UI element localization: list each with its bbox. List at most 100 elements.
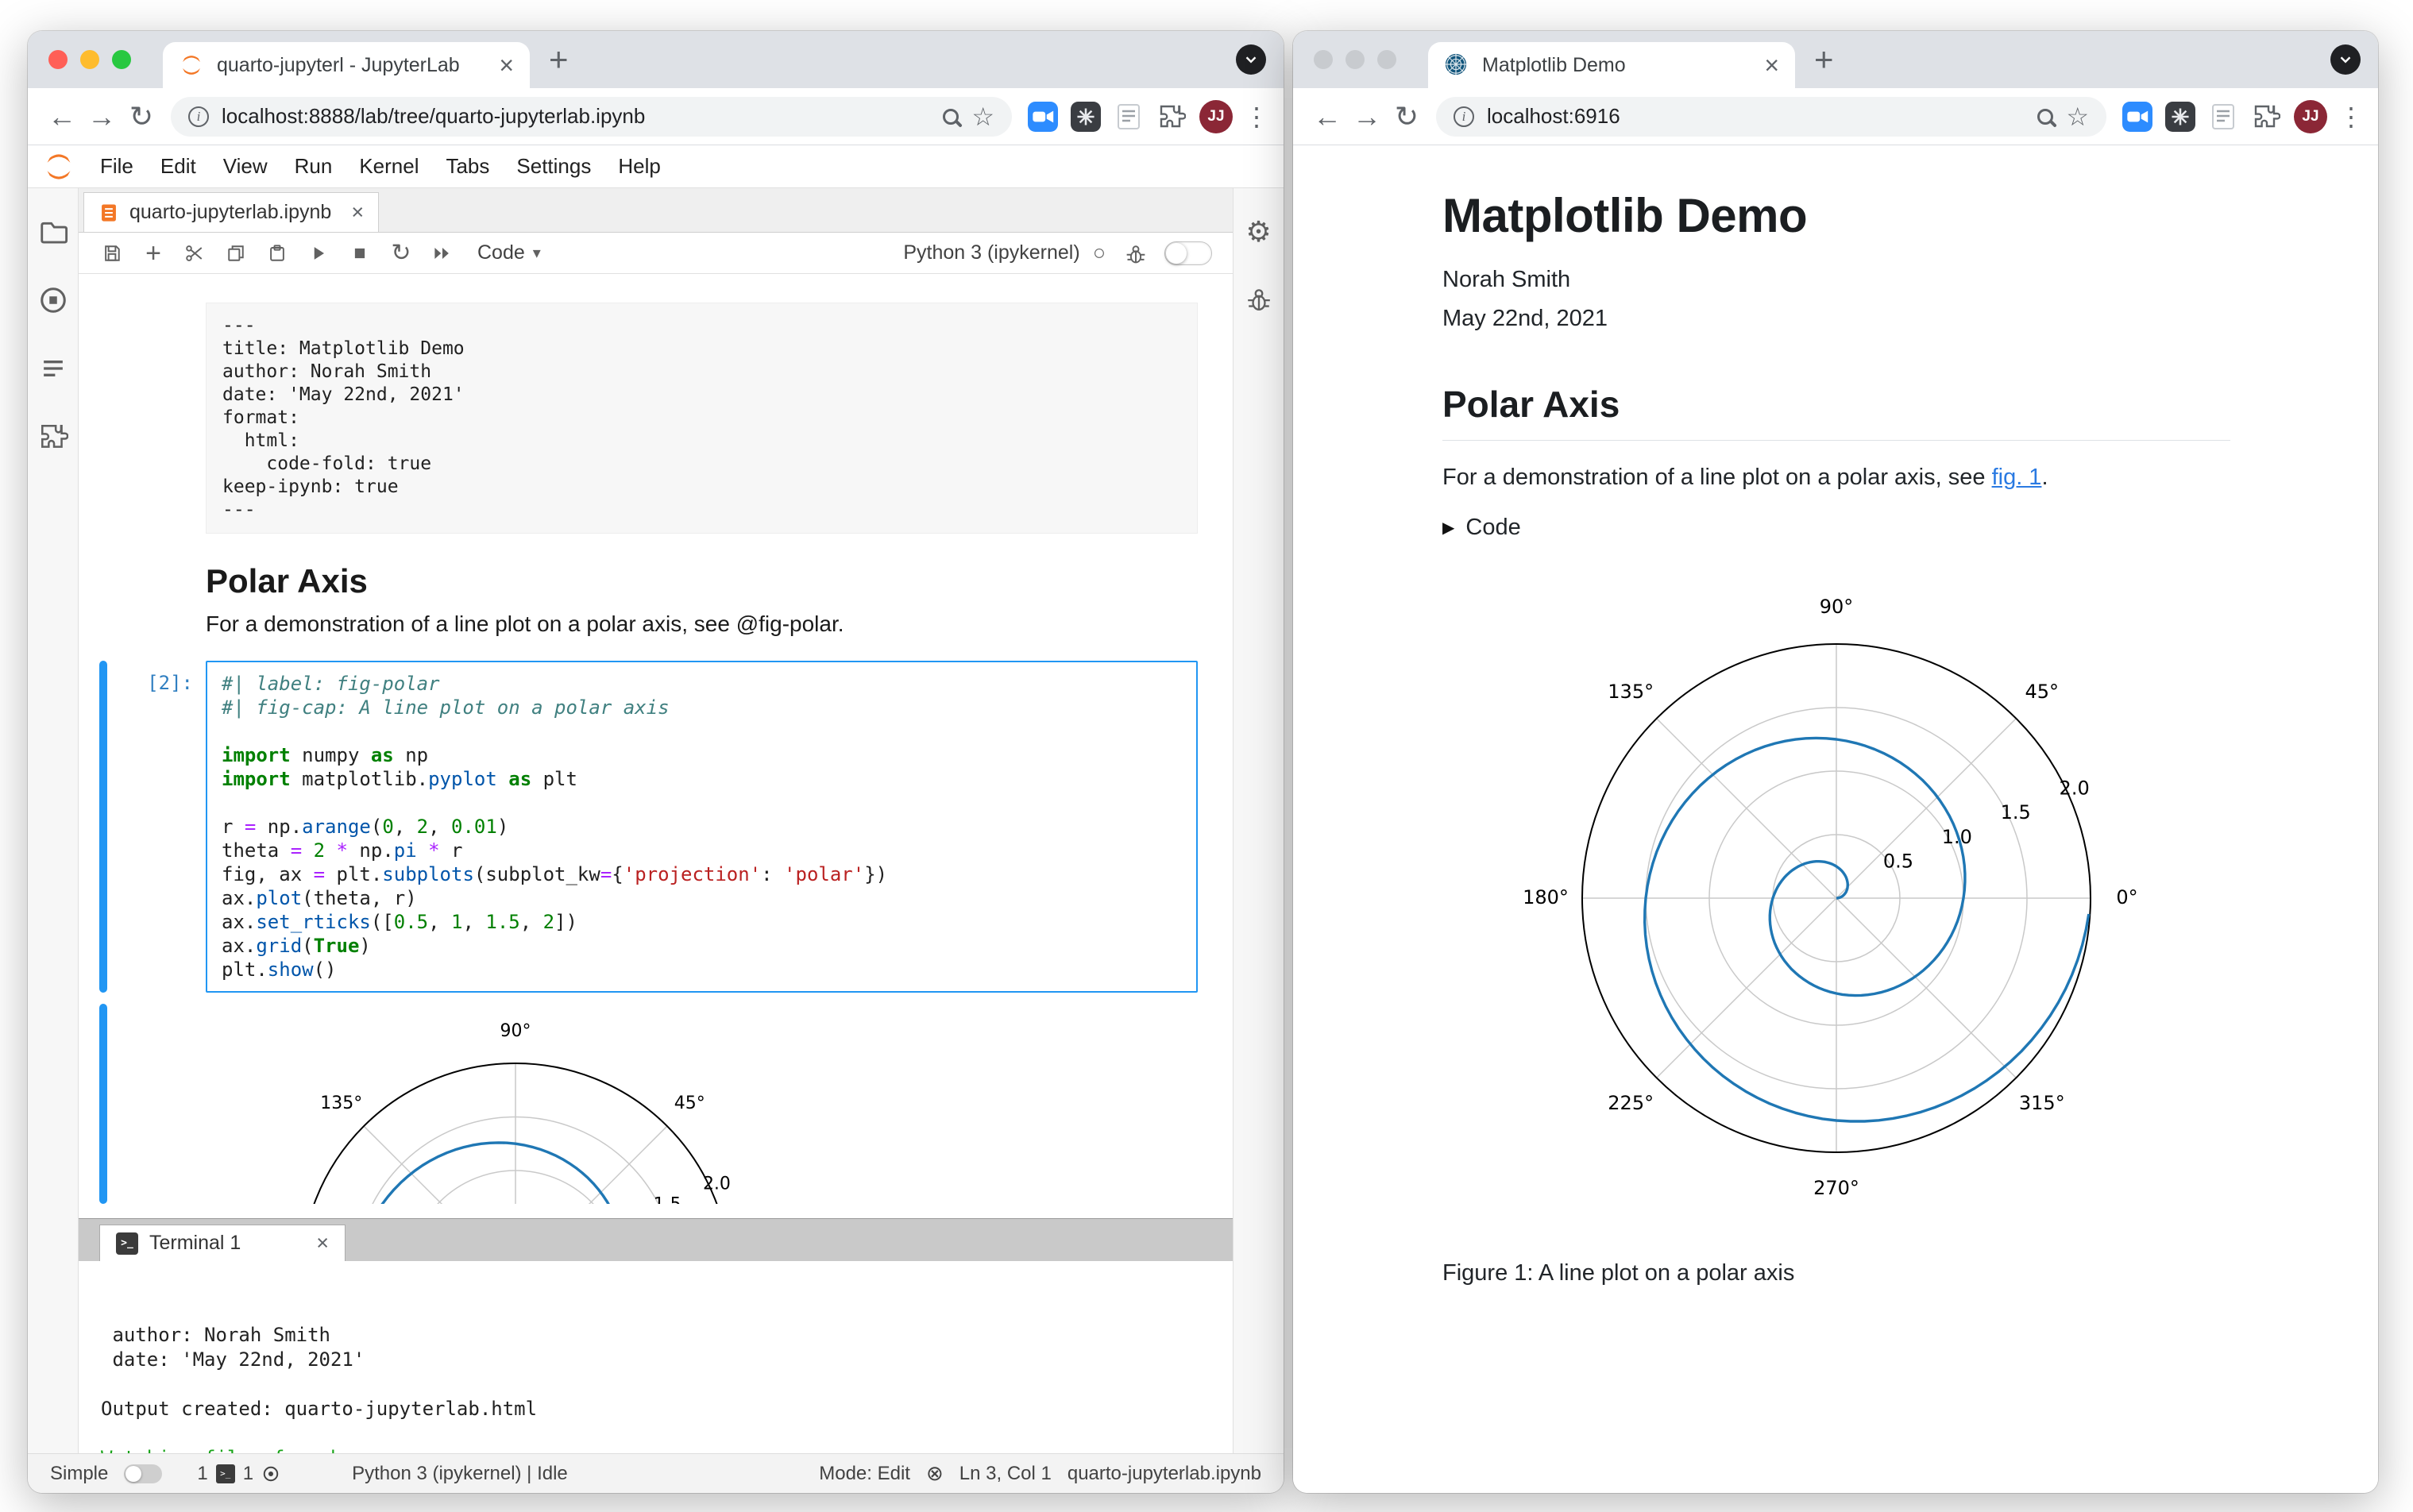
svg-text:1.5: 1.5 [2001, 801, 2031, 824]
running-sessions[interactable]: 1 >_ 1 [197, 1463, 280, 1485]
paste-cells-button[interactable] [257, 241, 298, 264]
terminal-output[interactable]: author: Norah Smith date: 'May 22nd, 202… [79, 1261, 1233, 1453]
table-of-contents-icon[interactable] [38, 353, 68, 384]
maximize-window-button[interactable] [1377, 50, 1396, 69]
stop-kernel-button[interactable] [339, 241, 380, 264]
debugger-bug-icon[interactable] [1115, 241, 1156, 264]
debugger-sidebar-bug-icon[interactable] [1244, 285, 1274, 315]
notes-extension-icon[interactable] [1113, 101, 1145, 133]
tab-search-button[interactable] [2330, 44, 2361, 75]
code-fold-toggle[interactable]: ▶ Code [1442, 515, 2230, 541]
raw-cell[interactable]: --- title: Matplotlib Demo author: Norah… [79, 303, 1233, 534]
jupyterlab-browser-window: quarto-jupyterl - JupyterLab × + ← → ↻ i… [28, 31, 1284, 1493]
simple-mode-toggle[interactable] [124, 1464, 163, 1483]
dock-panel: quarto-jupyterlab.ipynb × + ↻ Code ▾ Pyt… [79, 188, 1233, 1453]
kernel-status-text[interactable]: Python 3 (ipykernel) | Idle [352, 1463, 568, 1485]
site-info-icon[interactable]: i [188, 106, 209, 127]
bookmark-star-icon[interactable]: ☆ [2066, 104, 2089, 129]
run-cell-button[interactable] [298, 241, 339, 264]
terminal-tab-label: Terminal 1 [149, 1232, 241, 1254]
back-button[interactable]: ← [1307, 102, 1347, 131]
terminal-tab-close-icon[interactable]: × [316, 1232, 329, 1254]
cut-cells-button[interactable] [174, 241, 215, 264]
tab-close-icon[interactable]: × [1764, 52, 1779, 78]
svg-text:45°: 45° [674, 1094, 705, 1113]
new-tab-button[interactable]: + [1814, 43, 1834, 76]
menu-help[interactable]: Help [604, 154, 674, 178]
svg-text:0.5: 0.5 [1883, 850, 1913, 872]
svg-text:135°: 135° [320, 1094, 362, 1113]
menu-view[interactable]: View [210, 154, 281, 178]
restart-kernel-button[interactable]: ↻ [380, 241, 422, 265]
browser-menu-icon[interactable]: ⋮ [2338, 102, 2364, 132]
dark-extension-icon[interactable] [1070, 101, 1102, 133]
url-text[interactable]: localhost:6916 [1487, 104, 2025, 129]
menu-edit[interactable]: Edit [147, 154, 210, 178]
notebook-file-icon [102, 203, 116, 222]
close-window-button[interactable] [48, 50, 68, 69]
browser-tab[interactable]: Matplotlib Demo × [1428, 42, 1795, 88]
tab-close-icon[interactable]: × [499, 52, 514, 78]
property-inspector-gear-icon[interactable]: ⚙ [1244, 217, 1274, 247]
terminal-tab[interactable]: >_ Terminal 1 × [99, 1225, 346, 1261]
edit-mode-indicator: Mode: Edit [819, 1462, 910, 1484]
site-info-icon[interactable]: i [1454, 106, 1474, 127]
search-icon[interactable] [2037, 108, 2054, 125]
forward-button[interactable]: → [1347, 102, 1387, 131]
yaml-frontmatter[interactable]: --- title: Matplotlib Demo author: Norah… [206, 303, 1198, 534]
menu-run[interactable]: Run [281, 154, 346, 178]
active-cell-collapser[interactable] [99, 661, 107, 993]
cell-type-dropdown[interactable]: Code [477, 241, 525, 264]
profile-avatar[interactable]: JJ [2294, 99, 2327, 133]
dark-extension-icon[interactable] [2164, 101, 2196, 133]
add-cell-button[interactable]: + [133, 240, 174, 267]
forward-button[interactable]: → [82, 102, 122, 131]
notification-icon[interactable]: ⊗ [926, 1461, 944, 1486]
close-window-button[interactable] [1314, 50, 1333, 69]
menu-settings[interactable]: Settings [503, 154, 604, 178]
cell-collapser[interactable] [99, 303, 107, 534]
browser-tab[interactable]: quarto-jupyterl - JupyterLab × [163, 42, 530, 88]
notes-extension-icon[interactable] [2207, 101, 2239, 133]
zoom-extension-icon[interactable] [1027, 101, 1059, 133]
toolbar-toggle[interactable] [1164, 241, 1212, 265]
menu-tabs[interactable]: Tabs [432, 154, 503, 178]
menu-file[interactable]: File [87, 154, 147, 178]
menu-kernel[interactable]: Kernel [346, 154, 432, 178]
tab-search-button[interactable] [1236, 44, 1266, 75]
search-icon[interactable] [943, 108, 959, 125]
new-tab-button[interactable]: + [549, 43, 569, 76]
url-text[interactable]: localhost:8888/lab/tree/quarto-jupyterla… [222, 104, 930, 129]
kernel-name[interactable]: Python 3 (ipykernel) [903, 241, 1079, 264]
save-button[interactable] [91, 241, 133, 264]
profile-avatar[interactable]: JJ [1199, 99, 1233, 133]
markdown-cell[interactable]: Polar Axis For a demonstration of a line… [79, 534, 1233, 661]
bookmark-star-icon[interactable]: ☆ [971, 104, 994, 129]
figure-link[interactable]: fig. 1 [1992, 465, 2042, 490]
extension-manager-icon[interactable] [38, 422, 68, 452]
back-button[interactable]: ← [42, 102, 82, 131]
reload-button[interactable]: ↻ [122, 102, 161, 131]
code-cell[interactable]: [2]: #| label: fig-polar #| fig-cap: A li… [79, 661, 1233, 993]
extensions-puzzle-icon[interactable] [2250, 101, 2282, 133]
extensions-puzzle-icon[interactable] [1156, 101, 1187, 133]
address-bar[interactable]: i localhost:6916 ☆ [1436, 96, 2106, 137]
minimize-window-button[interactable] [80, 50, 99, 69]
kernel-status-icon[interactable]: ○ [1093, 241, 1106, 265]
browser-menu-icon[interactable]: ⋮ [1244, 102, 1269, 132]
output-collapser[interactable] [99, 1004, 107, 1204]
maximize-window-button[interactable] [112, 50, 131, 69]
minimize-window-button[interactable] [1345, 50, 1365, 69]
reload-button[interactable]: ↻ [1387, 102, 1427, 131]
file-browser-icon[interactable] [38, 217, 68, 247]
zoom-extension-icon[interactable] [2122, 101, 2153, 133]
address-bar[interactable]: i localhost:8888/lab/tree/quarto-jupyter… [171, 96, 1012, 137]
copy-cells-button[interactable] [215, 241, 257, 264]
run-all-button[interactable] [422, 241, 463, 264]
code-editor[interactable]: #| label: fig-polar #| fig-cap: A line pl… [206, 661, 1198, 993]
notebook-tab-close-icon[interactable]: × [351, 202, 364, 223]
notebook-tab[interactable]: quarto-jupyterlab.ipynb × [83, 192, 380, 232]
running-kernels-icon[interactable] [38, 285, 68, 315]
cell-type-caret-icon[interactable]: ▾ [533, 243, 541, 263]
svg-text:45°: 45° [2025, 681, 2060, 703]
